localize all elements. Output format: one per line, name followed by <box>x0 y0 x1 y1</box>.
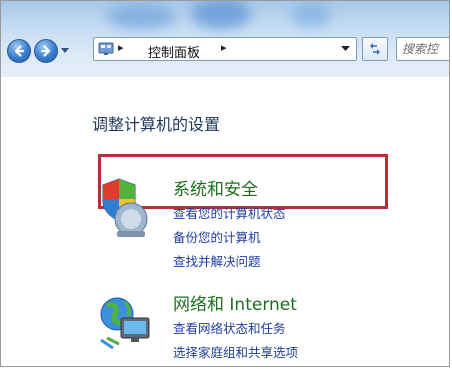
refresh-icon <box>370 43 380 55</box>
aero-glow <box>291 3 331 27</box>
control-panel-icon <box>98 42 114 55</box>
aero-title-band: ▸ 控制面板 ▸ <box>1 1 449 77</box>
search-box[interactable] <box>396 37 449 61</box>
category-system-security: 系统和安全 查看您的计算机状态 备份您的计算机 查找并解决问题 <box>91 171 351 281</box>
forward-button[interactable] <box>34 39 58 63</box>
link-homegroup-sharing[interactable]: 选择家庭组和共享选项 <box>173 342 298 361</box>
category-network-internet: 网络和 Internet 查看网络状态和任务 选择家庭组和共享选项 <box>91 286 351 366</box>
breadcrumb-separator[interactable]: ▸ <box>118 41 124 54</box>
navigation-bar: ▸ 控制面板 ▸ <box>1 29 449 73</box>
category-title-network-internet[interactable]: 网络和 Internet <box>173 290 297 315</box>
address-bar[interactable]: ▸ 控制面板 ▸ <box>93 37 357 61</box>
link-view-computer-status[interactable]: 查看您的计算机状态 <box>173 203 286 222</box>
chevron-down-icon[interactable] <box>341 46 350 52</box>
link-find-fix-problems[interactable]: 查找并解决问题 <box>173 251 261 270</box>
network-globe-icon[interactable] <box>97 292 157 352</box>
aero-glow <box>106 5 176 29</box>
breadcrumb-control-panel[interactable]: 控制面板 <box>148 42 200 61</box>
arrow-left-icon <box>14 45 25 57</box>
shield-icon[interactable] <box>97 177 153 239</box>
link-backup-computer[interactable]: 备份您的计算机 <box>173 227 261 246</box>
recent-pages-dropdown[interactable] <box>61 47 69 55</box>
page-heading: 调整计算机的设置 <box>92 115 221 134</box>
aero-glow <box>191 1 251 29</box>
breadcrumb-separator[interactable]: ▸ <box>221 41 227 54</box>
category-title-system-security[interactable]: 系统和安全 <box>173 175 258 200</box>
refresh-button[interactable] <box>362 37 388 61</box>
back-button[interactable] <box>7 39 31 63</box>
link-view-network-status[interactable]: 查看网络状态和任务 <box>173 318 286 337</box>
search-input[interactable] <box>397 39 449 59</box>
chevron-down-icon <box>61 48 69 53</box>
control-panel-window: ▸ 控制面板 ▸ 调整计算机的设置 <box>0 0 450 367</box>
arrow-right-icon <box>40 45 51 57</box>
